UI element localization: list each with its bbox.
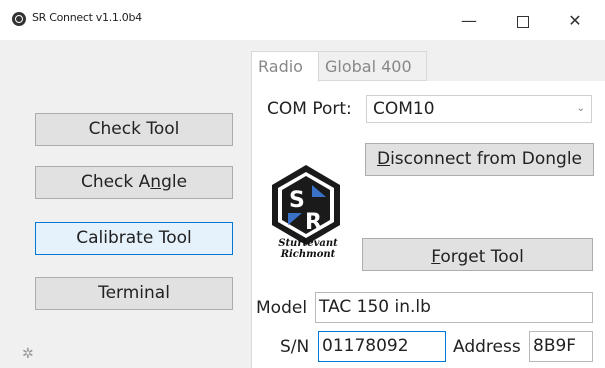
forget-label-accel: F: [431, 247, 441, 267]
com-port-select[interactable]: COM10 ⌄: [366, 95, 592, 123]
disconnect-dongle-button[interactable]: Disconnect from Dongle: [365, 143, 594, 176]
model-field[interactable]: TAC 150 in.lb: [315, 292, 593, 323]
check-angle-label-end: gle: [161, 172, 188, 192]
address-label: Address: [453, 337, 521, 357]
com-port-value: COM10: [373, 99, 435, 119]
minimize-button[interactable]: —: [446, 6, 492, 36]
logo-line-1: Sturtevant: [278, 238, 338, 249]
close-button[interactable]: ✕: [552, 6, 598, 36]
check-angle-label-start: Check A: [80, 172, 151, 192]
tab-radio[interactable]: Radio: [251, 51, 319, 82]
calibrate-tool-button[interactable]: Calibrate Tool: [35, 222, 233, 255]
app-icon: [12, 12, 26, 26]
forget-label-rest: orget Tool: [440, 247, 524, 267]
address-field[interactable]: 8B9F: [529, 331, 593, 362]
disconnect-label-accel: D: [376, 149, 391, 169]
svg-text:R: R: [305, 210, 322, 235]
com-port-label: COM Port:: [267, 99, 352, 119]
svg-text:S: S: [289, 188, 305, 213]
forget-tool-button[interactable]: Forget Tool: [362, 238, 593, 271]
left-panel: [0, 40, 247, 368]
sn-field[interactable]: 01178092: [318, 331, 446, 362]
model-label: Model: [256, 298, 308, 318]
check-angle-button[interactable]: Check Angle: [35, 166, 233, 199]
gear-icon: ✲: [22, 346, 34, 362]
terminal-button[interactable]: Terminal: [35, 277, 233, 310]
disconnect-label-rest: isconnect from Dongle: [390, 149, 583, 169]
check-angle-label-accel: n: [150, 172, 162, 192]
logo-wordmark: Sturtevant Richmont: [263, 238, 353, 260]
title-bar: SR Connect v1.1.0b4 — ✕: [0, 0, 605, 40]
tab-global-400[interactable]: Global 400: [319, 51, 427, 81]
check-tool-button[interactable]: Check Tool: [35, 113, 233, 146]
sn-label: S/N: [280, 337, 310, 357]
window-title: SR Connect v1.1.0b4: [32, 11, 142, 24]
maximize-icon: [517, 16, 529, 28]
logo-line-2: Richmont: [280, 249, 336, 260]
maximize-button[interactable]: [500, 6, 546, 36]
chevron-down-icon: ⌄: [576, 103, 585, 114]
